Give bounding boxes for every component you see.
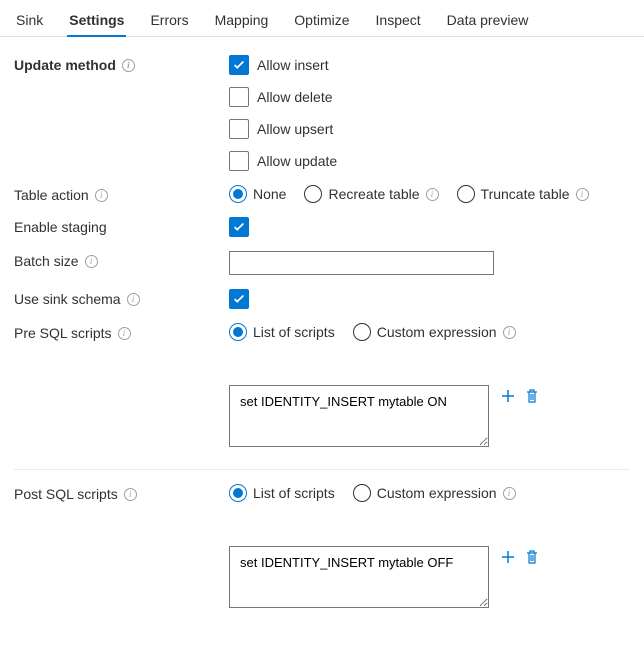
label-update-method: Update method i bbox=[14, 55, 229, 73]
radio-group-post-sql: List of scripts Custom expression i bbox=[229, 484, 630, 502]
radio-label: None bbox=[253, 186, 286, 202]
info-icon[interactable]: i bbox=[122, 59, 135, 72]
checkbox-use-sink-schema[interactable] bbox=[229, 289, 630, 309]
radio-group-table-action: None Recreate table i Truncate table i bbox=[229, 185, 630, 203]
checkbox-label: Allow update bbox=[257, 153, 337, 169]
checkbox-label: Allow upsert bbox=[257, 121, 333, 137]
info-icon[interactable]: i bbox=[85, 255, 98, 268]
label-use-sink-schema: Use sink schema i bbox=[14, 289, 229, 307]
label-batch-size: Batch size i bbox=[14, 251, 229, 269]
radio-label: Truncate table bbox=[481, 186, 570, 202]
radio-label: List of scripts bbox=[253, 324, 335, 340]
info-icon[interactable]: i bbox=[95, 189, 108, 202]
radio-group-pre-sql: List of scripts Custom expression i bbox=[229, 323, 630, 341]
checkbox-allow-delete[interactable]: Allow delete bbox=[229, 87, 630, 107]
radio-list-of-scripts[interactable]: List of scripts bbox=[229, 323, 335, 341]
delete-icon[interactable] bbox=[523, 387, 541, 405]
post-sql-script-input[interactable] bbox=[229, 546, 489, 608]
tab-settings[interactable]: Settings bbox=[67, 8, 126, 36]
label-enable-staging: Enable staging bbox=[14, 217, 229, 235]
add-icon[interactable] bbox=[499, 548, 517, 566]
info-icon[interactable]: i bbox=[503, 487, 516, 500]
info-icon[interactable]: i bbox=[127, 293, 140, 306]
checkbox-allow-update[interactable]: Allow update bbox=[229, 151, 630, 171]
label-table-action: Table action i bbox=[14, 185, 229, 203]
radio-label: Custom expression bbox=[377, 324, 497, 340]
radio-none[interactable]: None bbox=[229, 185, 286, 203]
radio-label: List of scripts bbox=[253, 485, 335, 501]
checkbox-label: Allow delete bbox=[257, 89, 333, 105]
radio-truncate-table[interactable]: Truncate table i bbox=[457, 185, 589, 203]
pre-sql-script-input[interactable] bbox=[229, 385, 489, 447]
radio-recreate-table[interactable]: Recreate table i bbox=[304, 185, 438, 203]
batch-size-input[interactable] bbox=[229, 251, 494, 275]
tab-errors[interactable]: Errors bbox=[148, 8, 190, 36]
info-icon[interactable]: i bbox=[503, 326, 516, 339]
delete-icon[interactable] bbox=[523, 548, 541, 566]
settings-form: Update method i Allow insert Allow delet… bbox=[0, 37, 644, 638]
label-pre-sql: Pre SQL scripts i bbox=[14, 323, 229, 341]
divider bbox=[14, 469, 630, 470]
tab-optimize[interactable]: Optimize bbox=[292, 8, 351, 36]
radio-custom-expression[interactable]: Custom expression i bbox=[353, 323, 516, 341]
add-icon[interactable] bbox=[499, 387, 517, 405]
info-icon[interactable]: i bbox=[426, 188, 439, 201]
tab-sink[interactable]: Sink bbox=[14, 8, 45, 36]
radio-label: Custom expression bbox=[377, 485, 497, 501]
tab-bar: Sink Settings Errors Mapping Optimize In… bbox=[0, 0, 644, 37]
tab-inspect[interactable]: Inspect bbox=[374, 8, 423, 36]
info-icon[interactable]: i bbox=[124, 488, 137, 501]
checkbox-enable-staging[interactable] bbox=[229, 217, 630, 237]
radio-list-of-scripts[interactable]: List of scripts bbox=[229, 484, 335, 502]
tab-mapping[interactable]: Mapping bbox=[213, 8, 271, 36]
checkbox-allow-upsert[interactable]: Allow upsert bbox=[229, 119, 630, 139]
info-icon[interactable]: i bbox=[576, 188, 589, 201]
info-icon[interactable]: i bbox=[118, 327, 131, 340]
radio-custom-expression[interactable]: Custom expression i bbox=[353, 484, 516, 502]
tab-data-preview[interactable]: Data preview bbox=[445, 8, 531, 36]
checkbox-allow-insert[interactable]: Allow insert bbox=[229, 55, 630, 75]
radio-label: Recreate table bbox=[328, 186, 419, 202]
checkbox-label: Allow insert bbox=[257, 57, 329, 73]
label-post-sql: Post SQL scripts i bbox=[14, 484, 229, 502]
